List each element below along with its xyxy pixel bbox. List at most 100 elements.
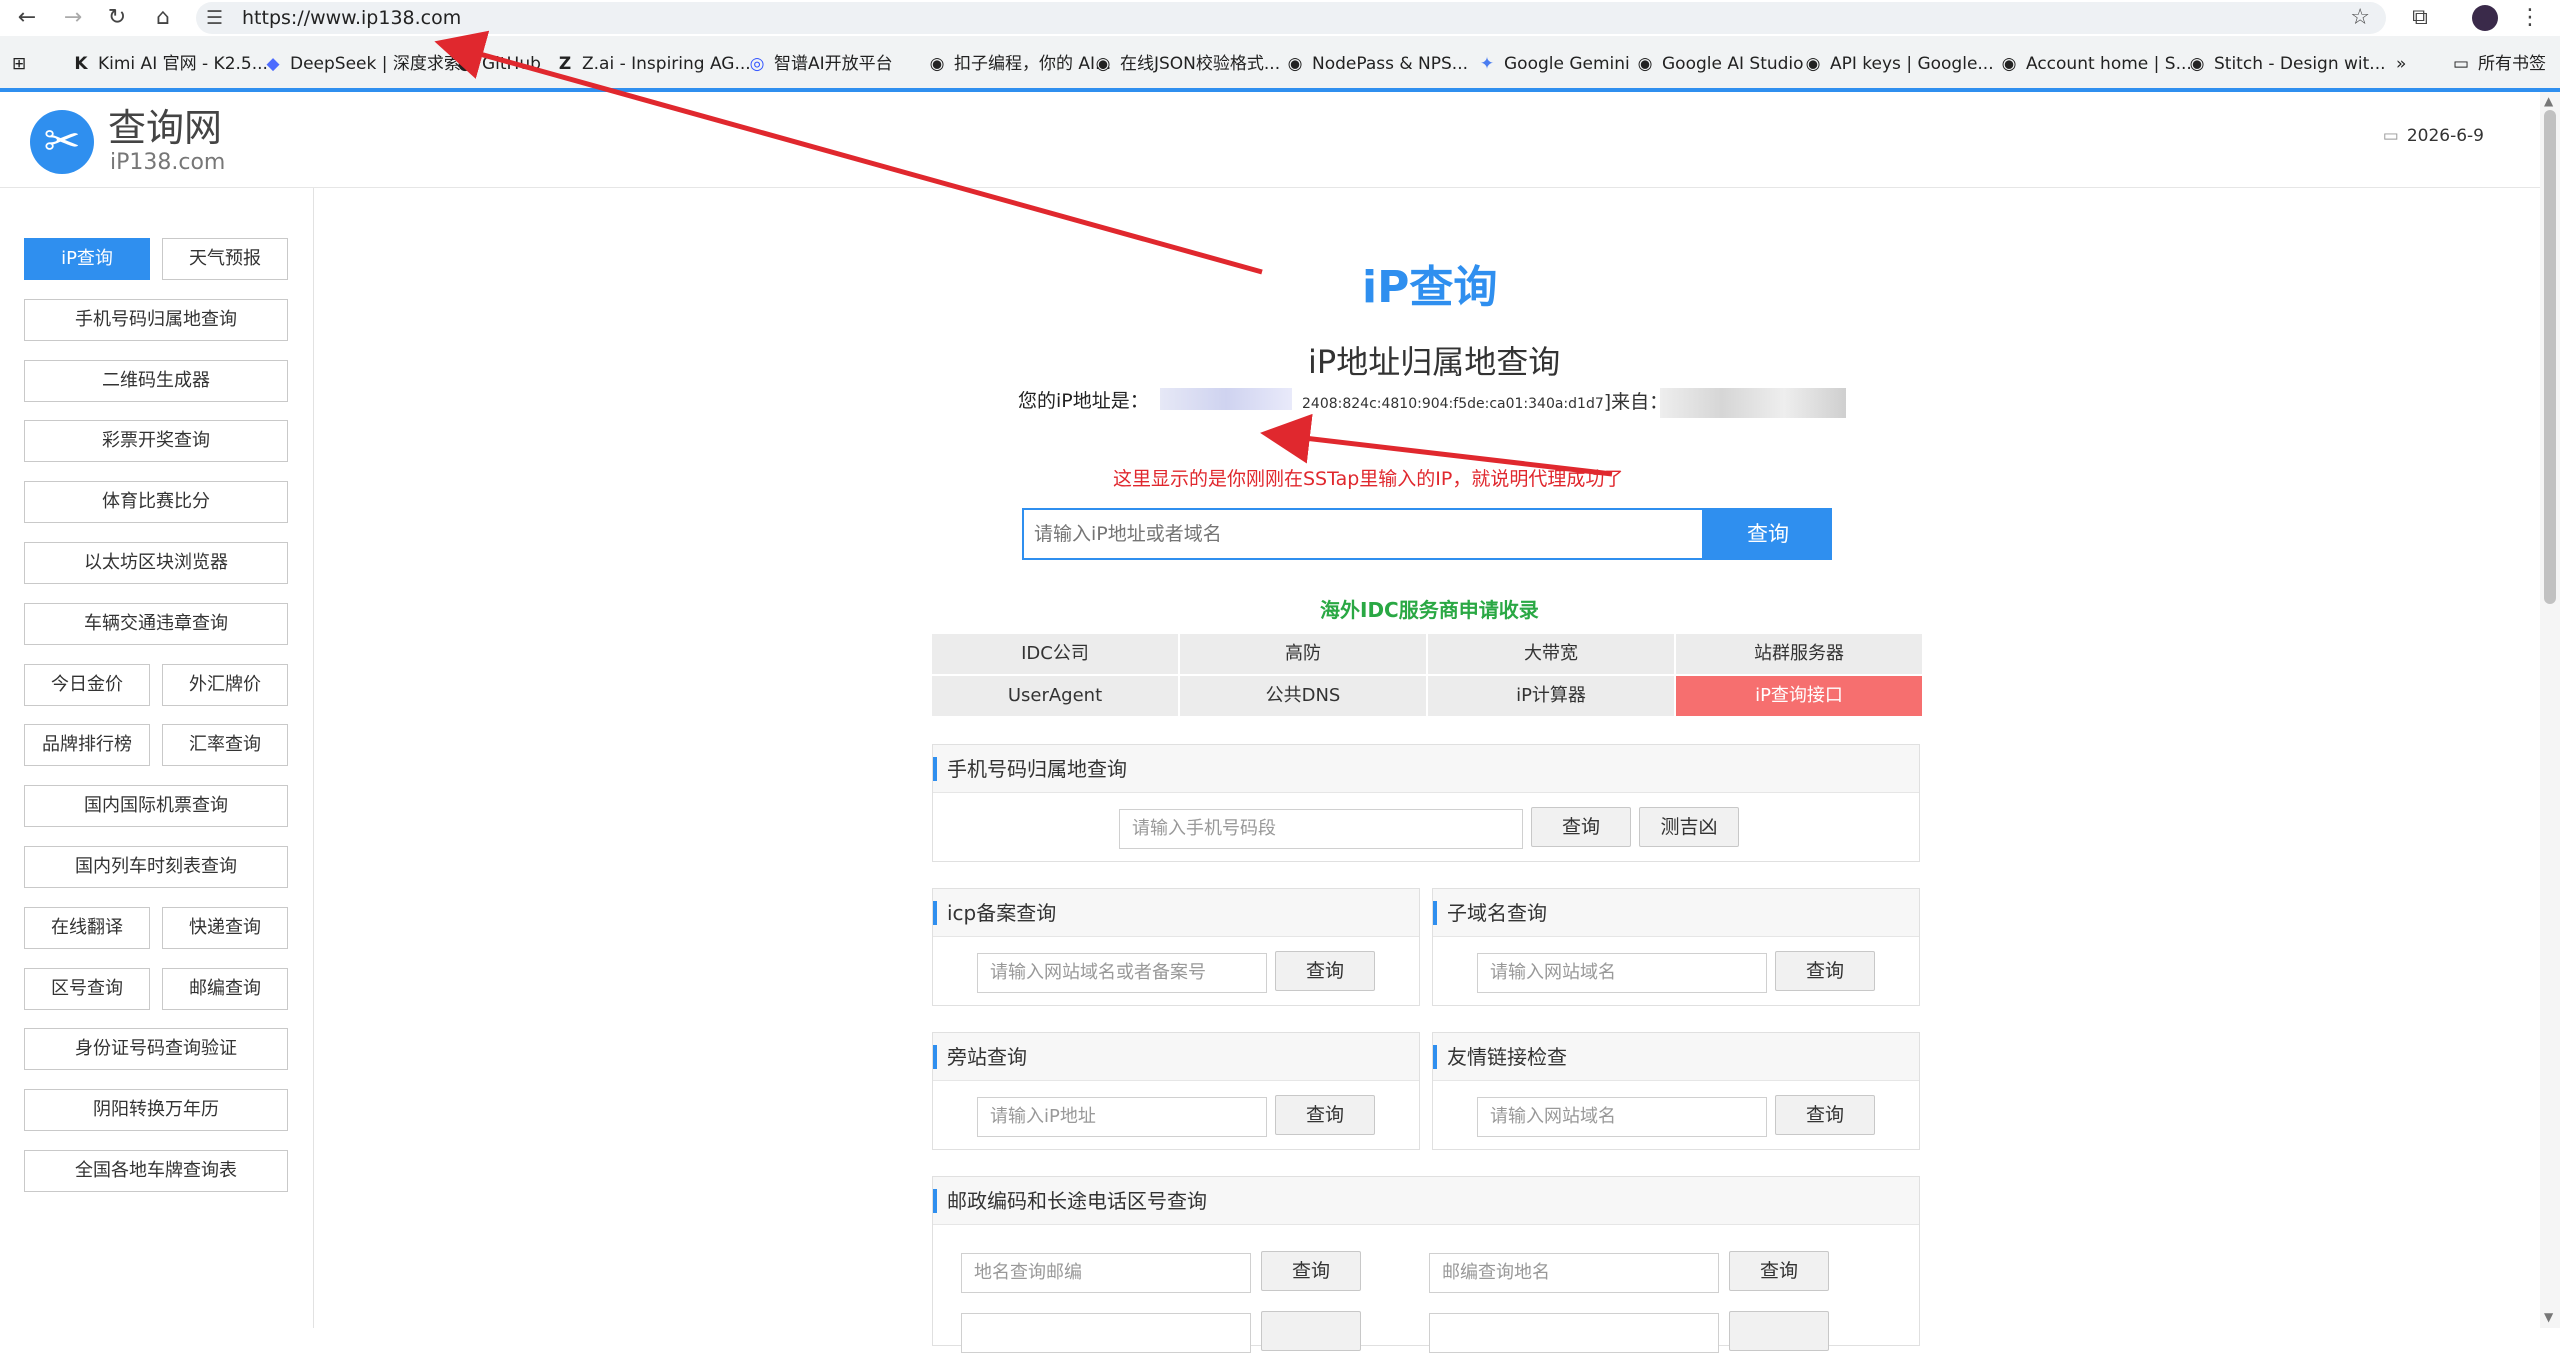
forward-icon[interactable]: → [58, 3, 88, 33]
date-text: 2026-6-9 [2406, 126, 2484, 146]
postal-code-input[interactable]: 邮编查询地名 [1429, 1253, 1719, 1293]
logo-icon[interactable]: ✂ [30, 110, 94, 174]
kimi-icon: K [74, 54, 88, 74]
globe-icon: ◉ [1095, 54, 1111, 74]
sidebar-item[interactable]: 邮编查询 [162, 967, 288, 1010]
sidebar-item[interactable]: 身份证号码查询验证 [24, 1028, 288, 1071]
phone-fortune-button[interactable]: 测吉凶 [1639, 807, 1739, 847]
site-header: ✂ 查询网 iP138.com ▭ 2026-6-9 [0, 92, 2540, 188]
back-icon[interactable]: ← [12, 3, 42, 33]
idc-link[interactable]: iP计算器 [1428, 676, 1674, 716]
postal-city-input[interactable]: 地名查询邮编 [961, 1253, 1251, 1293]
subdomain-input[interactable]: 请输入网站域名 [1477, 953, 1767, 993]
idc-title[interactable]: 海外IDC服务商申请收录 [1320, 596, 1539, 624]
panel-title: 旁站查询 [947, 1045, 1027, 1069]
sidebar-item[interactable]: 手机号码归属地查询 [24, 298, 288, 341]
bookmark-item[interactable]: ◉ Google AI Studio [1636, 48, 1804, 80]
sidebar-item[interactable]: 品牌排行榜 [24, 724, 150, 767]
sidebar-item[interactable]: 阴阳转换万年历 [24, 1089, 288, 1132]
profile-avatar[interactable] [2472, 5, 2498, 31]
bookmark-item[interactable]: ✦ Google Gemini [1478, 48, 1630, 80]
phone-input[interactable]: 请输入手机号码段 [1119, 809, 1523, 849]
apps-icon[interactable]: ⊞ [12, 48, 26, 80]
bookmark-label: API keys | Google... [1830, 54, 1994, 74]
scroll-down-icon[interactable]: ▼ [2544, 1310, 2553, 1324]
panel-title: 子域名查询 [1447, 901, 1547, 925]
ip-search-button[interactable]: 查询 [1704, 508, 1832, 560]
home-icon[interactable]: ⌂ [148, 3, 178, 33]
sidesite-query-button[interactable]: 查询 [1275, 1095, 1375, 1135]
sidebar-item[interactable]: 全国各地车牌查询表 [24, 1150, 288, 1192]
sidebar-item[interactable]: 外汇牌价 [162, 663, 288, 706]
idc-link[interactable]: 站群服务器 [1676, 634, 1922, 674]
idc-link[interactable]: 公共DNS [1180, 676, 1426, 716]
friendlink-query-button[interactable]: 查询 [1775, 1095, 1875, 1135]
calendar-icon: ▭ [2382, 126, 2399, 146]
bookmark-item[interactable]: ◉ Stitch - Design wit... [2188, 48, 2386, 80]
postal-row2-button[interactable] [1261, 1311, 1361, 1351]
bookmark-item[interactable]: Z Z.ai - Inspiring AG... [556, 48, 751, 80]
postal-row2b-input[interactable] [1429, 1313, 1719, 1353]
scrollbar-thumb[interactable] [2544, 110, 2556, 604]
sidebar-item[interactable]: 体育比赛比分 [24, 481, 288, 524]
sidebar: iP查询 天气预报手机号码归属地查询 二维码生成器 彩票开奖查询 体育比赛比分 以太坊区块… [0, 188, 314, 1328]
sidebar-item[interactable]: 区号查询 [24, 967, 150, 1010]
postal-city-query-button[interactable]: 查询 [1261, 1251, 1361, 1291]
bookmark-item[interactable]: ◉ Account home | S... [2000, 48, 2192, 80]
ip-search-box [1022, 508, 1704, 560]
sidebar-item[interactable]: 以太坊区块浏览器 [24, 542, 288, 584]
bookmark-label: 在线JSON校验格式... [1120, 54, 1281, 74]
sidebar-item[interactable]: 彩票开奖查询 [24, 420, 288, 463]
friendlink-input[interactable]: 请输入网站域名 [1477, 1097, 1767, 1137]
sidebar-item[interactable]: 国内国际机票查询 [24, 785, 288, 828]
sidebar-item[interactable]: 天气预报 [162, 238, 288, 280]
bookmark-item[interactable]: ● GitHub [456, 48, 541, 80]
bookmarks-more[interactable]: » [2396, 48, 2406, 80]
menu-icon[interactable]: ⋮ [2514, 3, 2546, 33]
bookmark-star-icon[interactable]: ☆ [2350, 2, 2370, 34]
idc-link[interactable]: iP查询接口 [1676, 676, 1922, 716]
sidesite-input[interactable]: 请输入iP地址 [977, 1097, 1267, 1137]
sidebar-item[interactable]: 在线翻译 [24, 906, 150, 949]
phone-query-button[interactable]: 查询 [1531, 807, 1631, 847]
site-name[interactable]: 查询网 [108, 106, 222, 150]
github-icon: ● [457, 54, 473, 74]
scrollbar[interactable]: ▲ ▼ [2540, 92, 2560, 1328]
idc-link[interactable]: 高防 [1180, 634, 1426, 674]
sidebar-item[interactable]: 车辆交通违章查询 [24, 602, 288, 645]
bookmark-item[interactable]: K Kimi AI 官网 - K2.5... [72, 48, 268, 80]
scroll-up-icon[interactable]: ▲ [2544, 94, 2553, 108]
browser-chrome: ← → ↻ ⌂ ☰ https://www.ip138.com ☆ ⧉ ⋮ ⊞ … [0, 0, 2560, 92]
address-bar[interactable]: ☰ https://www.ip138.com ☆ [196, 2, 2386, 34]
postal-row2-input[interactable] [961, 1313, 1251, 1353]
bookmark-item[interactable]: ◉ 在线JSON校验格式... [1094, 48, 1281, 80]
panel-title: icp备案查询 [947, 901, 1057, 925]
bookmark-item[interactable]: ◎ 智谱AI开放平台 [748, 48, 893, 80]
idc-link[interactable]: IDC公司 [932, 634, 1178, 674]
sidebar-item[interactable]: 二维码生成器 [24, 359, 288, 402]
bookmark-item[interactable]: ◉ API keys | Google... [1804, 48, 1994, 80]
sidebar-item[interactable]: 国内列车时刻表查询 [24, 846, 288, 888]
ip-search-input[interactable] [1034, 510, 1674, 558]
sidebar-item[interactable]: 今日金价 [24, 663, 150, 706]
icp-input[interactable]: 请输入网站域名或者备案号 [977, 953, 1267, 993]
site-domain[interactable]: iP138.com [110, 150, 225, 176]
postal-code-query-button[interactable]: 查询 [1729, 1251, 1829, 1291]
site-info-icon[interactable]: ☰ [206, 4, 223, 32]
postal-row2b-button[interactable] [1729, 1311, 1829, 1351]
extensions-icon[interactable]: ⧉ [2404, 3, 2436, 33]
bookmark-item[interactable]: ◆ DeepSeek | 深度求索 [264, 48, 460, 80]
sidebar-item[interactable]: iP查询 [24, 238, 150, 280]
sidebar-item[interactable]: 汇率查询 [162, 724, 288, 767]
sidebar-item[interactable]: 快递查询 [162, 906, 288, 949]
bookmark-item[interactable]: ◉ 扣子编程，你的 AI... [928, 48, 1112, 80]
globe-icon: ◉ [1805, 54, 1821, 74]
idc-link[interactable]: UserAgent [932, 676, 1178, 716]
all-bookmarks[interactable]: ▭ 所有书签 [2452, 48, 2546, 80]
idc-link[interactable]: 大带宽 [1428, 634, 1674, 674]
subdomain-query-button[interactable]: 查询 [1775, 951, 1875, 991]
icp-query-button[interactable]: 查询 [1275, 951, 1375, 991]
bookmark-item[interactable]: ◉ NodePass & NPS... [1286, 48, 1468, 80]
panel-friendlink: 友情链接检查 请输入网站域名 查询 [1432, 1032, 1920, 1150]
reload-icon[interactable]: ↻ [102, 3, 132, 33]
